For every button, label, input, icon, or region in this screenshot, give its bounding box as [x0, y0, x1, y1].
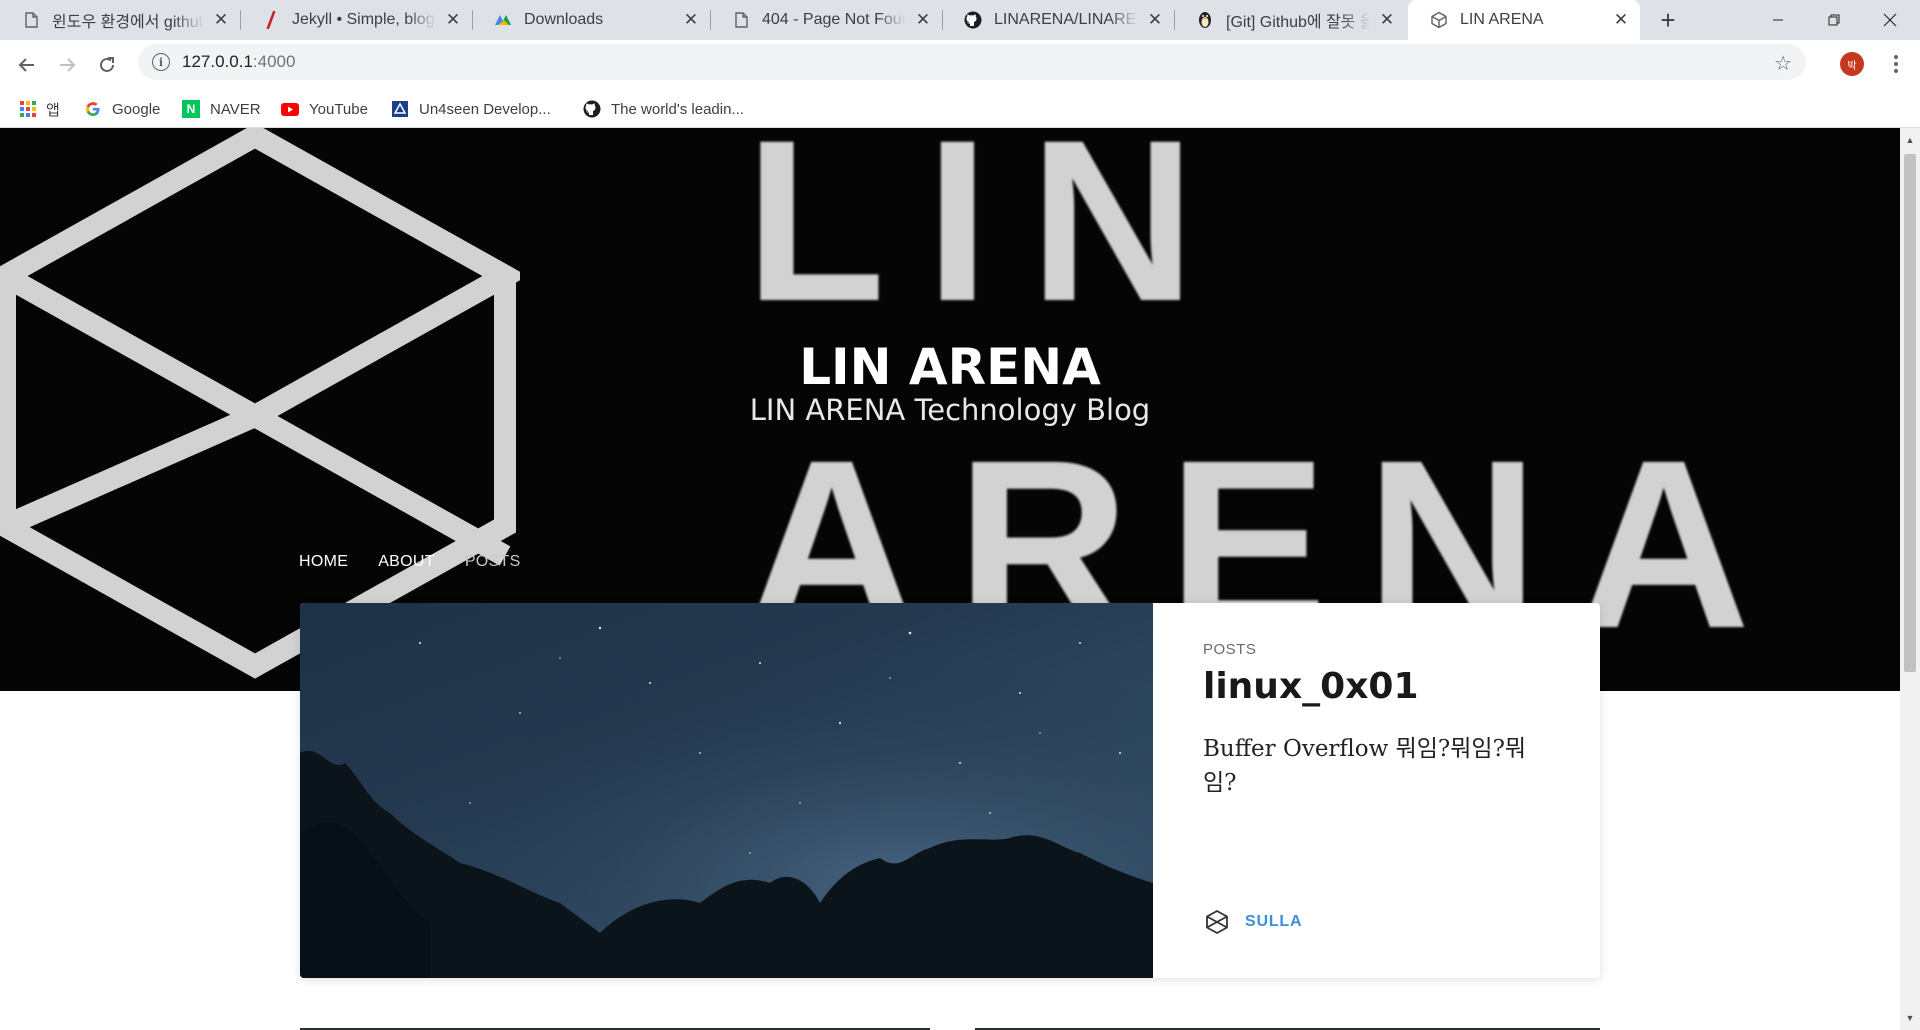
downloads-icon — [494, 11, 512, 29]
close-icon — [1883, 13, 1897, 27]
post-title[interactable]: linux_0x01 — [1203, 666, 1550, 707]
author-name: SULLA — [1245, 913, 1303, 930]
bookmark-star-icon[interactable]: ☆ — [1774, 51, 1792, 76]
site-title[interactable]: LIN ARENA — [0, 338, 1900, 396]
scroll-down-icon[interactable]: ▼ — [1900, 1010, 1920, 1026]
page-scrollbar[interactable]: ▲ ▼ — [1900, 128, 1920, 1030]
bookmark-github[interactable]: The world's leadin... — [583, 90, 744, 128]
bookmark-youtube[interactable]: YouTube — [281, 90, 368, 128]
bookmark-un4seen[interactable]: Un4seen Develop... — [391, 90, 551, 128]
scroll-up-icon[interactable]: ▲ — [1900, 132, 1920, 148]
tab-linarena-github[interactable]: LINARENA/LINARENA.github ✕ — [942, 0, 1174, 40]
post-author[interactable]: SULLA — [1203, 908, 1302, 936]
github-icon — [583, 100, 601, 118]
nav-posts[interactable]: POSTS — [465, 553, 521, 571]
close-icon[interactable]: ✕ — [212, 10, 230, 29]
profile-avatar[interactable]: 박 — [1840, 52, 1864, 76]
bookmark-label: Un4seen Develop... — [419, 100, 551, 118]
bookmark-label: YouTube — [309, 100, 368, 118]
post-card[interactable]: POSTS linux_0x01 Buffer Overflow 뭐임?뭐임?뭐… — [300, 603, 1600, 978]
nav-about[interactable]: ABOUT — [378, 553, 435, 571]
tab-downloads[interactable]: Downloads ✕ — [472, 0, 710, 40]
github-icon — [964, 11, 982, 29]
document-icon — [22, 11, 40, 29]
post-cover-image[interactable] — [300, 603, 1153, 978]
tab-title: LIN ARENA — [1460, 11, 1544, 28]
info-icon[interactable]: i — [152, 53, 170, 71]
close-icon[interactable]: ✕ — [914, 10, 932, 29]
site-subtitle: LIN ARENA Technology Blog — [749, 393, 1151, 427]
tab-windows-github[interactable]: 윈도우 환경에서 github ✕ — [0, 0, 240, 40]
main-nav: HOME ABOUT POSTS — [299, 553, 521, 571]
tab-strip: 윈도우 환경에서 github ✕ Jekyll • Simple, blog-… — [0, 0, 1920, 40]
close-icon[interactable]: ✕ — [682, 10, 700, 29]
tab-title: LINARENA/LINARENA.github — [994, 11, 1138, 28]
close-icon[interactable]: ✕ — [1378, 10, 1396, 29]
bookmark-label: 앱 — [46, 101, 60, 119]
post-excerpt: Buffer Overflow 뭐임?뭐임?뭐임? — [1203, 736, 1527, 796]
close-window-button[interactable] — [1862, 0, 1918, 40]
tab-title: Downloads — [524, 11, 604, 28]
browser-toolbar: i 127.0.0.1:4000 ☆ — [0, 40, 1920, 90]
restore-button[interactable] — [1806, 0, 1862, 40]
tab-jekyll[interactable]: Jekyll • Simple, blog-aware ✕ — [240, 0, 472, 40]
menu-icon[interactable] — [1886, 50, 1906, 78]
naver-icon: N — [182, 100, 200, 118]
post-card-body: POSTS linux_0x01 Buffer Overflow 뭐임?뭐임?뭐… — [1153, 603, 1600, 978]
penguin-icon — [1196, 11, 1214, 29]
night-sky-image — [300, 603, 1153, 978]
bookmark-apps[interactable]: 앱 — [20, 90, 60, 128]
address-bar[interactable]: i 127.0.0.1:4000 ☆ — [138, 44, 1806, 80]
back-button[interactable] — [12, 50, 42, 80]
forward-button[interactable] — [52, 50, 82, 80]
google-icon — [84, 100, 102, 118]
document-icon — [732, 11, 750, 29]
close-icon[interactable]: ✕ — [1146, 10, 1164, 29]
nav-home[interactable]: HOME — [299, 553, 348, 571]
tab-title: [Git] Github에 잘못 올 — [1226, 14, 1370, 31]
minimize-icon — [1773, 19, 1783, 21]
reload-button[interactable] — [92, 50, 122, 80]
tab-title: Jekyll • Simple, blog-aware — [292, 11, 436, 28]
tab-title: 404 - Page Not Found — [762, 11, 906, 28]
bookmark-label: Google — [112, 100, 161, 118]
tab-lin-arena[interactable]: LIN ARENA ✕ — [1408, 0, 1640, 40]
tab-404[interactable]: 404 - Page Not Found ✕ — [710, 0, 942, 40]
hero-bg-text-top: LIN — [745, 128, 1236, 349]
apps-icon — [20, 101, 36, 117]
bookmark-label: The world's leadin... — [611, 100, 744, 118]
scrollbar-thumb[interactable] — [1904, 154, 1916, 672]
minimize-button[interactable] — [1750, 0, 1806, 40]
author-avatar-icon — [1206, 910, 1228, 934]
back-arrow-icon — [18, 58, 34, 72]
reload-icon — [100, 57, 114, 72]
url-host: 127.0.0.1 — [182, 52, 253, 71]
page-viewport: LIN ARENA LIN ARENA LIN ARENA Technology… — [0, 128, 1900, 1030]
forward-arrow-icon — [60, 58, 76, 72]
post-category[interactable]: POSTS — [1203, 641, 1550, 658]
bookmark-naver[interactable]: N NAVER — [182, 90, 261, 128]
tab-git-github[interactable]: [Git] Github에 잘못 올 ✕ — [1174, 0, 1406, 40]
jekyll-icon — [262, 11, 280, 29]
close-icon[interactable]: ✕ — [444, 10, 462, 29]
restore-icon — [1828, 14, 1840, 26]
url-port: :4000 — [252, 52, 296, 71]
bookmarks-bar: 앱 Google N NAVER YouTube Un4seen Develop… — [0, 90, 1920, 128]
bookmark-label: NAVER — [210, 100, 261, 118]
close-icon[interactable]: ✕ — [1612, 10, 1630, 29]
youtube-icon — [281, 100, 299, 118]
cube-icon — [1430, 11, 1448, 29]
un4seen-icon — [391, 100, 409, 118]
tab-title: 윈도우 환경에서 github — [52, 14, 204, 31]
new-tab-button[interactable]: + — [1654, 5, 1682, 35]
bookmark-google[interactable]: Google — [84, 90, 160, 128]
